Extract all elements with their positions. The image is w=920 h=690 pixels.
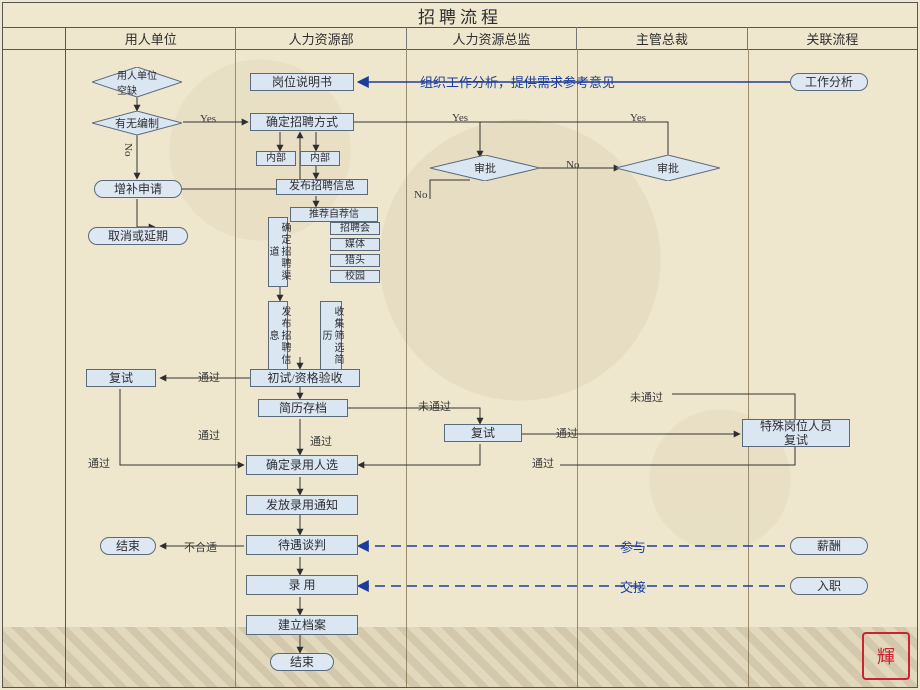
label-pass-2: 通过: [198, 427, 220, 443]
term-end-1: 结束: [100, 537, 156, 555]
label-pass-3: 通过: [88, 455, 110, 471]
term-work-analysis-text: 工作分析: [805, 75, 853, 89]
label-no-2: No: [566, 159, 579, 171]
term-supp-apply-text: 增补申请: [114, 182, 162, 196]
block-collect: 收集筛选简历: [320, 301, 342, 371]
term-end-1-text: 结束: [116, 539, 140, 553]
proc-ch-fair: 招聘会: [330, 222, 380, 235]
lane-head-3: 主管总裁: [577, 27, 747, 49]
proc-ch-campus: 校园: [330, 270, 380, 283]
proc-retest-a: 复试: [86, 369, 156, 387]
label-yes-1: Yes: [200, 113, 216, 125]
block-collect-text: 收集筛选简历: [319, 302, 343, 370]
term-supp-apply: 增补申请: [94, 180, 182, 198]
term-end-2-text: 结束: [290, 655, 314, 669]
block-dispatch-text: 发布招聘信息: [266, 302, 290, 370]
decision-approve-2-text: 审批: [616, 155, 720, 181]
term-work-analysis: 工作分析: [790, 73, 868, 91]
label-notsuit: 不合适: [184, 539, 217, 555]
proc-method-text: 确定招聘方式: [266, 115, 338, 129]
proc-retest-b: 复试: [444, 424, 522, 442]
proc-method: 确定招聘方式: [250, 113, 354, 131]
proc-negotiate: 待遇谈判: [246, 535, 358, 555]
proc-ch-fair-text: 招聘会: [340, 223, 370, 235]
decision-vacancy: 用人单位 空缺: [92, 67, 182, 97]
decision-approve-1-text: 审批: [430, 155, 540, 181]
term-salary: 薪酬: [790, 537, 868, 555]
label-analysis-note: 组织工作分析，提供需求参考意见: [420, 72, 615, 91]
label-pass-5: 通过: [556, 425, 578, 441]
label-pass-6: 通过: [532, 455, 554, 471]
title-bar: 招聘流程: [3, 3, 917, 28]
term-onboard-text: 入职: [817, 579, 841, 593]
proc-screen-text: 初试/资格验收: [267, 371, 342, 385]
lane-head-2: 人力资源总监: [407, 27, 577, 49]
proc-offer: 发放录用通知: [246, 495, 358, 515]
proc-offer-text: 发放录用通知: [266, 498, 338, 512]
proc-resume-file: 简历存档: [258, 399, 348, 417]
block-channel: 确定招聘渠道: [268, 217, 288, 287]
label-no-3: No: [414, 189, 427, 201]
proc-internal-2-text: 内部: [310, 153, 330, 165]
proc-special-text: 特殊岗位人员 复试: [760, 419, 832, 448]
term-onboard: 入职: [790, 577, 868, 595]
seal-stamp: 輝: [862, 632, 910, 680]
proc-ch-head: 猎头: [330, 254, 380, 267]
label-notpass-1: 未通过: [418, 398, 451, 414]
proc-publish-text: 发布招聘信息: [289, 180, 355, 193]
proc-ch-campus-text: 校园: [345, 271, 365, 283]
decision-vacancy-text: 用人单位 空缺: [92, 67, 182, 97]
proc-jobspec-text: 岗位说明书: [272, 75, 332, 89]
proc-special: 特殊岗位人员 复试: [742, 419, 850, 447]
proc-retest-b-text: 复试: [471, 426, 495, 440]
label-notpass-2: 未通过: [630, 389, 663, 405]
label-no-1: No: [122, 143, 134, 156]
decision-approve-2: 审批: [616, 155, 720, 181]
label-yes-3: Yes: [630, 112, 646, 124]
term-salary-text: 薪酬: [817, 539, 841, 553]
proc-ch-head-text: 猎头: [345, 255, 365, 267]
proc-internal-1-text: 内部: [266, 153, 286, 165]
proc-internal-2: 内部: [300, 151, 340, 166]
lane-head-1: 人力资源部: [236, 27, 406, 49]
proc-decide-text: 确定录用人选: [266, 458, 338, 472]
lane-head-4: 关联流程: [748, 27, 917, 49]
proc-hire-text: 录 用: [288, 578, 315, 592]
label-pass-4: 通过: [310, 433, 332, 449]
term-cancel: 取消或延期: [88, 227, 188, 245]
proc-resume-file-text: 简历存档: [279, 401, 327, 415]
proc-ch-media-text: 媒体: [345, 239, 365, 251]
decision-approve-1: 审批: [430, 155, 540, 181]
proc-reco: 推荐自荐信: [290, 207, 378, 222]
proc-retest-a-text: 复试: [109, 371, 133, 385]
proc-hire: 录 用: [246, 575, 358, 595]
term-cancel-text: 取消或延期: [108, 229, 168, 243]
label-pass-1: 通过: [198, 369, 220, 385]
lane-header-row: 用人单位 人力资源部 人力资源总监 主管总裁 关联流程: [3, 27, 917, 50]
proc-internal-1: 内部: [256, 151, 296, 166]
decision-headcount-text: 有无编制: [92, 111, 182, 135]
title-text: 招聘流程: [418, 3, 502, 28]
proc-file-text: 建立档案: [278, 618, 326, 632]
proc-negotiate-text: 待遇谈判: [278, 538, 326, 552]
proc-jobspec: 岗位说明书: [250, 73, 354, 91]
lane-gutter-head: [3, 27, 66, 49]
proc-screen: 初试/资格验收: [250, 369, 360, 387]
proc-reco-text: 推荐自荐信: [309, 209, 359, 221]
label-yes-2: Yes: [452, 112, 468, 124]
proc-file: 建立档案: [246, 615, 358, 635]
label-handover: 交接: [620, 577, 646, 596]
decision-headcount: 有无编制: [92, 111, 182, 135]
lane-head-0: 用人单位: [66, 27, 236, 49]
label-participate: 参与: [620, 537, 646, 556]
block-channel-text: 确定招聘渠道: [266, 218, 290, 286]
proc-publish: 发布招聘信息: [276, 179, 368, 195]
proc-decide: 确定录用人选: [246, 455, 358, 475]
term-end-2: 结束: [270, 653, 334, 671]
flow-canvas: 用人单位 空缺 有无编制 审批 审批 增补申请 取消或延期 复试 结束 岗位说明…: [0, 49, 920, 690]
block-dispatch: 发布招聘信息: [268, 301, 288, 371]
proc-ch-media: 媒体: [330, 238, 380, 251]
